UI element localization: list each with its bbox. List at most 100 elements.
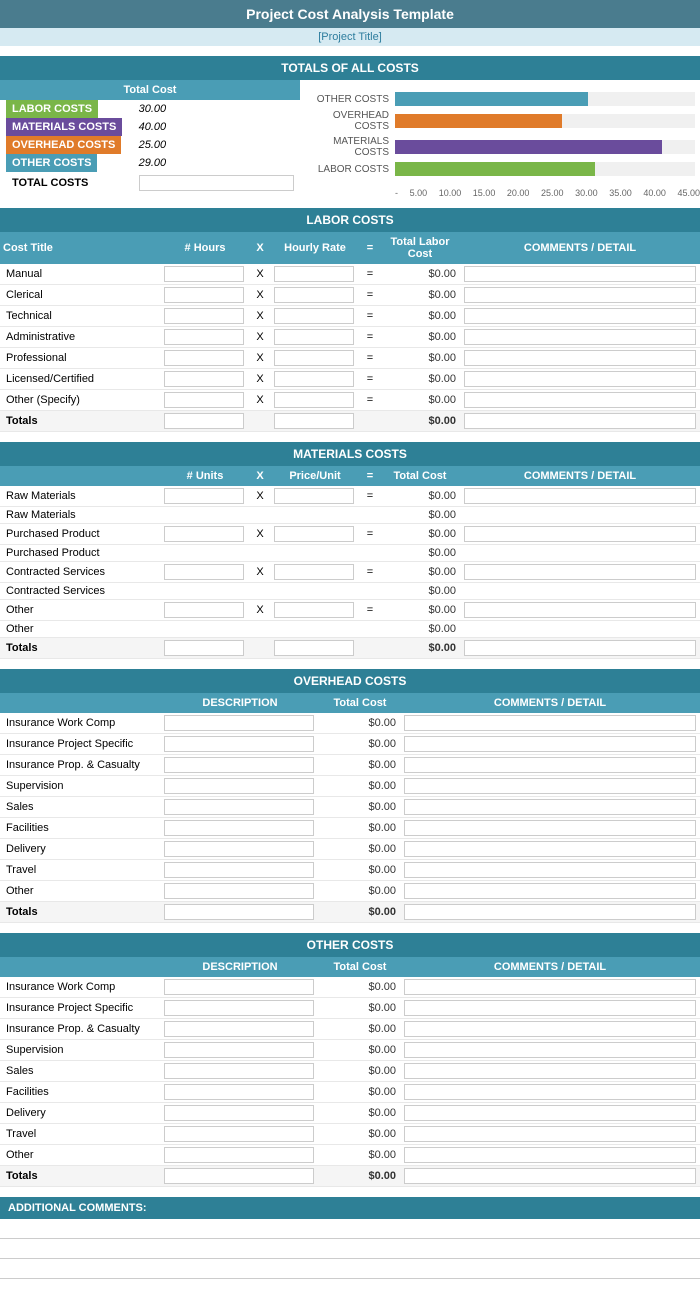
- labor-rate-input[interactable]: [274, 371, 354, 387]
- labor-comment-input[interactable]: [464, 266, 696, 282]
- overhead-comment-input[interactable]: [404, 778, 696, 794]
- materials-price-input[interactable]: [274, 564, 354, 580]
- other-costs-comment-input[interactable]: [404, 1021, 696, 1037]
- other-costs-comment-input[interactable]: [404, 1000, 696, 1016]
- overhead-comment-input[interactable]: [404, 883, 696, 899]
- materials-x-symbol: X: [250, 600, 270, 621]
- other-costs-totals-label: Totals: [0, 1166, 160, 1187]
- other-costs-desc-input[interactable]: [164, 1063, 314, 1079]
- labor-hours-input[interactable]: [164, 308, 244, 324]
- overhead-comment-input[interactable]: [404, 715, 696, 731]
- other-costs-totals-desc-input[interactable]: [164, 1168, 314, 1184]
- materials-x-symbol: X: [250, 562, 270, 583]
- overhead-desc-input[interactable]: [164, 715, 314, 731]
- labor-comment-input[interactable]: [464, 392, 696, 408]
- other-costs-comment-input[interactable]: [404, 1084, 696, 1100]
- overhead-comment-input[interactable]: [404, 799, 696, 815]
- materials-totals-units-input[interactable]: [164, 640, 244, 656]
- labor-rate-input[interactable]: [274, 308, 354, 324]
- other-costs-row-label: Insurance Project Specific: [0, 998, 160, 1019]
- materials-units-input[interactable]: [164, 488, 244, 504]
- materials-row-label: Other: [0, 600, 160, 621]
- labor-comment-input[interactable]: [464, 371, 696, 387]
- labor-row-label: Clerical: [0, 285, 160, 306]
- chart-bar-label: OVERHEAD COSTS: [305, 110, 395, 132]
- other-costs-desc-input[interactable]: [164, 1000, 314, 1016]
- materials-comment-input[interactable]: [464, 602, 696, 618]
- other-costs-desc-input[interactable]: [164, 1042, 314, 1058]
- overhead-desc-input[interactable]: [164, 841, 314, 857]
- other-costs-desc-input[interactable]: [164, 979, 314, 995]
- materials-units-input[interactable]: [164, 564, 244, 580]
- other-costs-comment-input[interactable]: [404, 1105, 696, 1121]
- labor-rate-input[interactable]: [274, 287, 354, 303]
- labor-hours-input[interactable]: [164, 371, 244, 387]
- labor-totals-comment[interactable]: [464, 413, 696, 429]
- labor-rate-input[interactable]: [274, 266, 354, 282]
- labor-hours-input[interactable]: [164, 287, 244, 303]
- overhead-comment-input[interactable]: [404, 841, 696, 857]
- overhead-desc-input[interactable]: [164, 883, 314, 899]
- labor-rate-input[interactable]: [274, 392, 354, 408]
- chart-bar-row: LABOR COSTS: [305, 162, 695, 176]
- overhead-row-label: Other: [0, 881, 160, 902]
- overhead-desc-input[interactable]: [164, 757, 314, 773]
- labor-col-title: Cost Title: [0, 232, 160, 264]
- overhead-section-header: OVERHEAD COSTS: [0, 669, 700, 693]
- other-costs-comment-input[interactable]: [404, 979, 696, 995]
- labor-comment-input[interactable]: [464, 287, 696, 303]
- materials-price-input[interactable]: [274, 526, 354, 542]
- overhead-totals-desc-input[interactable]: [164, 904, 314, 920]
- overhead-row-cost: $0.00: [320, 776, 400, 797]
- project-subtitle: [Project Title]: [0, 28, 700, 46]
- other-costs-desc-input[interactable]: [164, 1126, 314, 1142]
- materials-totals-comment[interactable]: [464, 640, 696, 656]
- other-costs-desc-input[interactable]: [164, 1105, 314, 1121]
- materials-comment-input[interactable]: [464, 526, 696, 542]
- overhead-desc-input[interactable]: [164, 799, 314, 815]
- other-costs-row-cost: $0.00: [320, 1019, 400, 1040]
- labor-totals-rate-input[interactable]: [274, 413, 354, 429]
- labor-eq-symbol: =: [360, 306, 380, 327]
- materials-units-input[interactable]: [164, 526, 244, 542]
- labor-eq-symbol: =: [360, 390, 380, 411]
- materials-comment-input[interactable]: [464, 488, 696, 504]
- overhead-comment-input[interactable]: [404, 820, 696, 836]
- overhead-row-cost: $0.00: [320, 881, 400, 902]
- other-costs-desc-input[interactable]: [164, 1021, 314, 1037]
- materials-price-input[interactable]: [274, 602, 354, 618]
- materials-comment-input[interactable]: [464, 564, 696, 580]
- labor-hours-input[interactable]: [164, 392, 244, 408]
- other-costs-comment-input[interactable]: [404, 1063, 696, 1079]
- materials-units-input[interactable]: [164, 602, 244, 618]
- labor-comment-input[interactable]: [464, 350, 696, 366]
- labor-hours-input[interactable]: [164, 266, 244, 282]
- materials-totals-price-input[interactable]: [274, 640, 354, 656]
- other-costs-desc-input[interactable]: [164, 1147, 314, 1163]
- overhead-desc-input[interactable]: [164, 820, 314, 836]
- overhead-comment-input[interactable]: [404, 757, 696, 773]
- total-costs-input[interactable]: [139, 175, 294, 191]
- other-costs-comment-input[interactable]: [404, 1147, 696, 1163]
- overhead-totals-comment[interactable]: [404, 904, 696, 920]
- overhead-desc-input[interactable]: [164, 778, 314, 794]
- overhead-desc-input[interactable]: [164, 736, 314, 752]
- labor-rate-input[interactable]: [274, 329, 354, 345]
- materials-totals-value: $0.00: [380, 638, 460, 659]
- labor-hours-input[interactable]: [164, 350, 244, 366]
- overhead-comment-input[interactable]: [404, 736, 696, 752]
- other-costs-desc-input[interactable]: [164, 1084, 314, 1100]
- overhead-comment-input[interactable]: [404, 862, 696, 878]
- other-costs-totals-comment[interactable]: [404, 1168, 696, 1184]
- other-costs-comment-input[interactable]: [404, 1126, 696, 1142]
- labor-comment-input[interactable]: [464, 329, 696, 345]
- labor-comment-input[interactable]: [464, 308, 696, 324]
- labor-totals-hours-input[interactable]: [164, 413, 244, 429]
- labor-hours-input[interactable]: [164, 329, 244, 345]
- overhead-desc-input[interactable]: [164, 862, 314, 878]
- labor-rate-input[interactable]: [274, 350, 354, 366]
- materials-price-input[interactable]: [274, 488, 354, 504]
- other-costs-comment-input[interactable]: [404, 1042, 696, 1058]
- overhead-row-cost: $0.00: [320, 713, 400, 734]
- labor-totals-row: Totals $0.00: [0, 411, 700, 432]
